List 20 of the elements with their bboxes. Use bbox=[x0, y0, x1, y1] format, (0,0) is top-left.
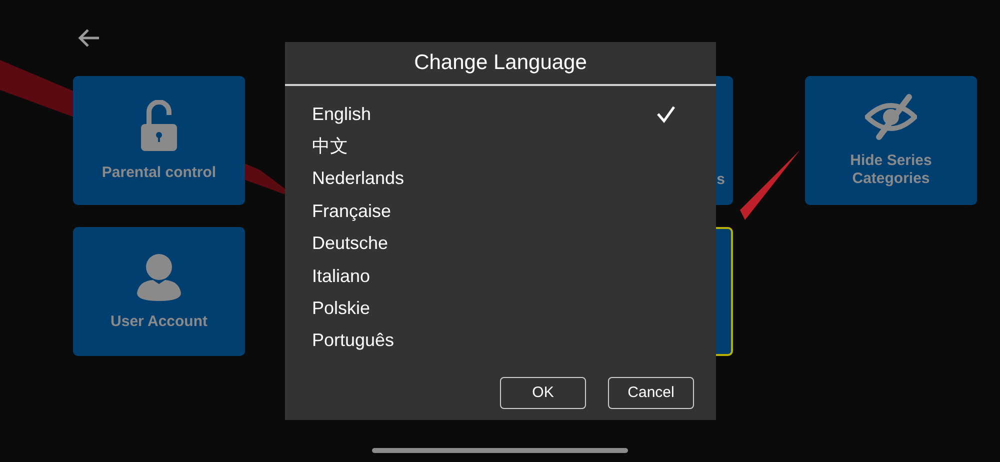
tile-label: User Account bbox=[110, 312, 208, 330]
language-option[interactable]: Deutsche bbox=[285, 228, 716, 260]
tile-label: Hide Series Categories bbox=[849, 152, 933, 188]
back-arrow-icon[interactable] bbox=[77, 28, 101, 48]
dialog-button[interactable]: Cancel bbox=[608, 377, 694, 409]
tile-label: s bbox=[716, 171, 725, 189]
language-option[interactable]: Nederlands bbox=[285, 162, 716, 196]
language-option[interactable]: 中文 bbox=[285, 130, 716, 163]
dialog-button[interactable]: OK bbox=[500, 377, 586, 409]
language-option[interactable]: Italiano bbox=[285, 260, 716, 292]
language-option[interactable]: Português bbox=[285, 324, 716, 358]
unlocked-padlock-icon bbox=[140, 100, 178, 152]
language-option[interactable]: Polskie bbox=[285, 292, 716, 325]
user-icon bbox=[137, 252, 181, 300]
tile-label: Parental control bbox=[100, 164, 218, 182]
language-option[interactable]: Française bbox=[285, 195, 716, 228]
hidden-eye-icon bbox=[865, 94, 917, 140]
dialog-title: Change Language bbox=[413, 50, 588, 76]
language-option[interactable]: English bbox=[285, 98, 716, 130]
light-streak bbox=[740, 150, 800, 220]
